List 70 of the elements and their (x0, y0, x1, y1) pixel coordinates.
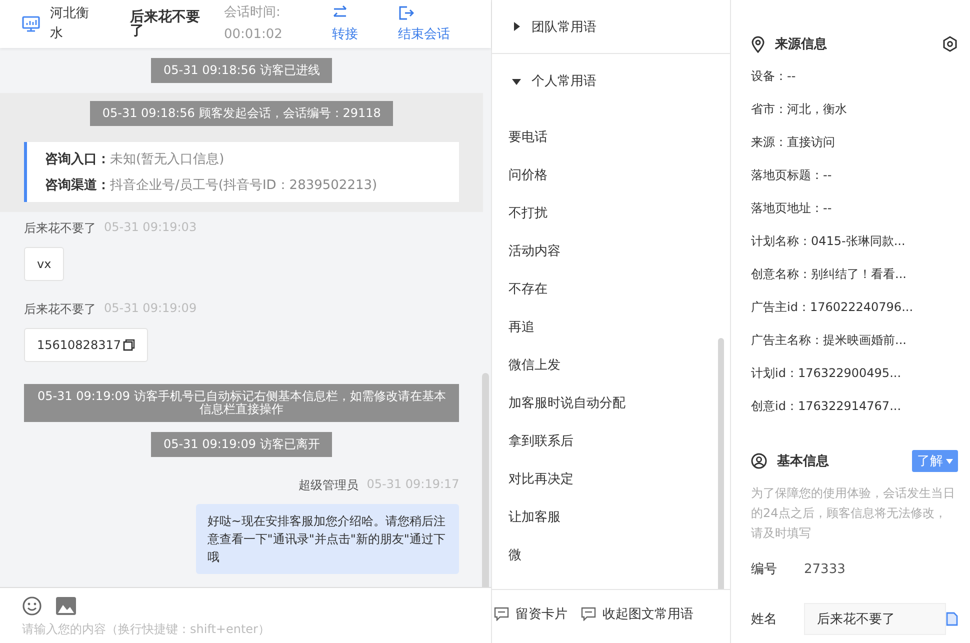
end-session-button[interactable]: 结束会话 (398, 5, 450, 43)
location-pin-icon (751, 36, 765, 52)
message-bubble: 好哒~现在安排客服加您介绍哈。请您稍后注意查看一下"通讯录"并点击"新的朋友"通过下哦 (196, 504, 460, 574)
phrase-item[interactable]: 对比再决定 (492, 460, 730, 498)
phrase-item[interactable]: 微信上发 (492, 346, 730, 384)
system-notice: 05-31 09:18:56 顾客发起会话，会话编号：29118 (90, 101, 393, 126)
phrase-item[interactable]: 活动内容 (492, 232, 730, 270)
caret-down-icon (946, 458, 953, 464)
info-row-text: 创意名称：别纠结了！看看... (751, 266, 908, 283)
caret-right-icon (512, 22, 522, 31)
message-bubble: vx (24, 247, 64, 281)
phrase-item[interactable]: 再追 (492, 308, 730, 346)
footer-button[interactable]: 收起图文常用语 (581, 604, 694, 622)
system-notice: 05-31 09:19:09 访客手机号已自动标记右侧基本信息栏，如需修改请在基本信息栏直接操作 (24, 384, 460, 422)
system-notice: 05-31 09:18:56 访客已进线 (151, 58, 332, 83)
phrase-item[interactable]: 不打扰 (492, 194, 730, 232)
info-line: 咨询渠道：抖音企业号/员工号(抖音号ID：2839502213) (45, 176, 378, 194)
duration-label: 会话时间: (224, 4, 282, 22)
info-row-text: 计划名称：0415-张琳同款... (751, 233, 906, 250)
info-row-text: 落地页地址：-- (751, 200, 833, 217)
section-title: 来源信息 (775, 36, 827, 53)
message-time: 05-31 09:19:03 (104, 220, 197, 236)
info-row-text: 省市：河北，衡水 (751, 101, 848, 118)
phrase-item[interactable]: 不存在 (492, 270, 730, 308)
phrase-item[interactable]: 让加客服 (492, 498, 730, 536)
scrollbar[interactable] (718, 338, 724, 589)
phrase-item[interactable]: 要电话 (492, 118, 730, 156)
phrase-item[interactable]: 拿到联系后 (492, 422, 730, 460)
message-time: 05-31 09:19:09 (104, 301, 197, 317)
info-row-text: 计划id：176322900495... (751, 365, 902, 382)
image-icon[interactable] (56, 597, 76, 615)
section-title: 基本信息 (777, 453, 829, 470)
visitor-location: 河北衡水 (50, 5, 90, 43)
caret-down-icon (512, 76, 522, 86)
duration-value: 00:01:02 (224, 26, 284, 44)
settings-icon[interactable] (942, 36, 958, 52)
phrase-group-toggle[interactable]: 个人常用语 (492, 54, 730, 108)
info-row-text: 广告主id：176022240796... (751, 299, 914, 316)
visitor-name: 后来花不要了 (130, 10, 201, 38)
phrase-item[interactable]: 加客服时说自动分配 (492, 384, 730, 422)
user-icon (751, 453, 767, 469)
scrollbar[interactable] (482, 373, 490, 587)
message-icon (581, 606, 596, 620)
info-row-text: 设备：-- (751, 68, 797, 85)
info-row-text: 广告主名称：提米映画婚前... (751, 332, 908, 349)
message-icon (494, 606, 510, 620)
message-time: 05-31 09:19:17 (366, 477, 460, 493)
exit-icon (398, 5, 414, 21)
name-input[interactable]: 后来花不要了 (804, 603, 946, 635)
field-label: 编号 (751, 561, 778, 578)
transfer-button[interactable]: 转接 (332, 5, 358, 43)
info-row-text: 创意id：176322914767... (751, 398, 902, 415)
field-label: 姓名 (751, 611, 778, 628)
monitor-icon (22, 16, 40, 32)
notice-text: 为了保障您的使用体验，会话发生当日的24点之后，顾客信息将无法修改，请及时填写 (751, 485, 956, 542)
emoji-icon[interactable] (22, 596, 42, 616)
phrase-item[interactable]: 问价格 (492, 156, 730, 194)
info-row-text: 落地页标题：-- (751, 167, 833, 184)
system-notice: 05-31 09:19:09 访客已离开 (151, 432, 332, 457)
copy-icon[interactable] (122, 339, 135, 351)
phrase-group-toggle[interactable]: 团队常用语 (492, 0, 730, 54)
info-line: 咨询入口：未知(暂无入口信息) (45, 150, 226, 168)
info-row-text: 来源：直接访问 (751, 134, 836, 151)
footer-button[interactable]: 留资卡片 (494, 604, 568, 622)
message-text: 15610828317 (37, 338, 121, 352)
sender-name: 后来花不要了 (24, 220, 96, 237)
field-value: 27333 (804, 562, 846, 576)
sender-name: 超级管理员 (298, 477, 359, 494)
phrase-item[interactable]: 微 (492, 536, 730, 574)
sender-name: 后来花不要了 (24, 301, 96, 318)
